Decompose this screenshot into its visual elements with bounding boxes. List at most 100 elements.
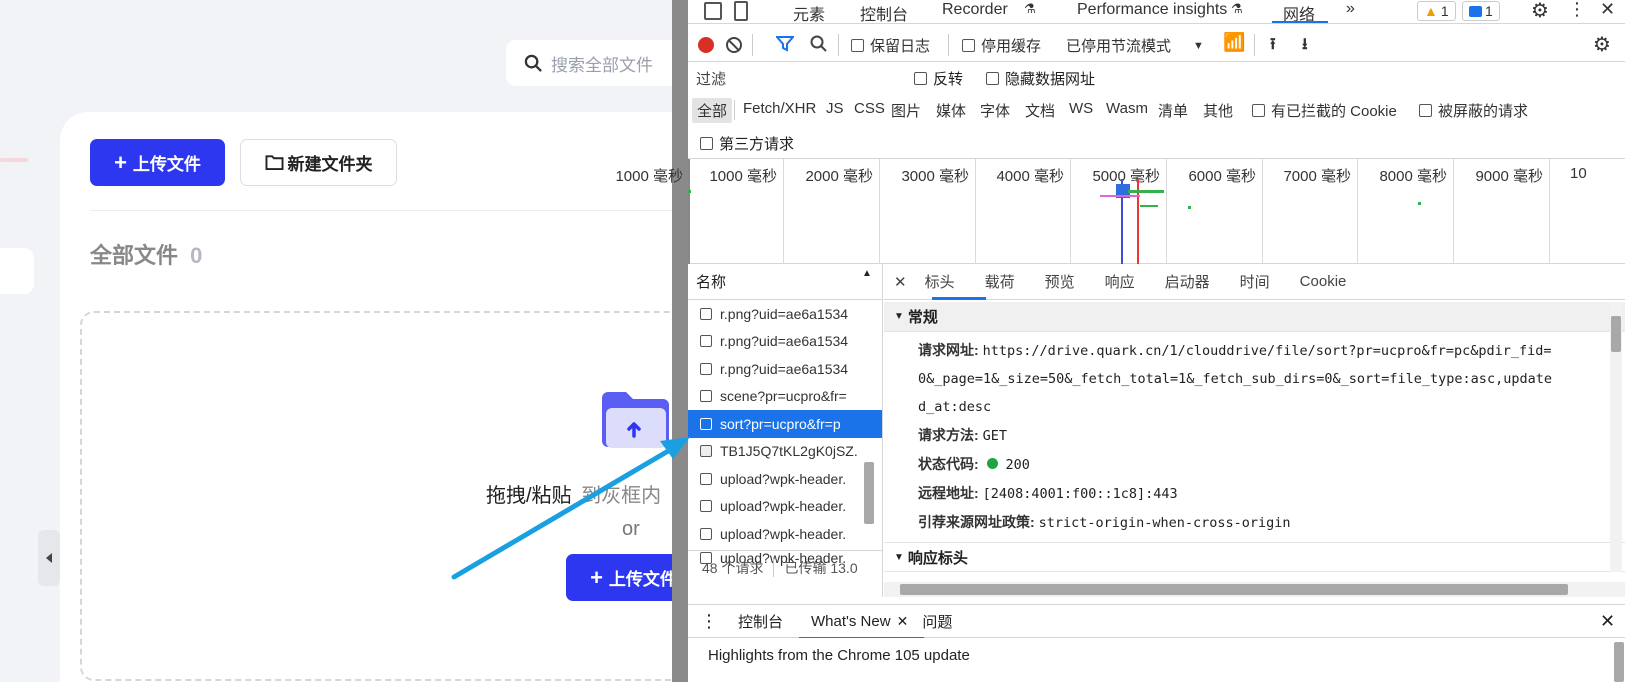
type-filter-img[interactable]: 图片 [891,100,921,121]
preserve-log-checkbox[interactable]: 保留日志 [851,35,930,56]
sidebar-item-blank[interactable] [0,248,34,294]
request-bars [1140,205,1158,207]
record-icon[interactable] [698,37,714,53]
kebab-menu-icon[interactable]: ⋮ [1568,0,1586,20]
hide-data-urls-checkbox[interactable]: 隐藏数据网址 [986,68,1095,89]
messages-badge[interactable]: 1 [1462,1,1500,21]
throttle-select[interactable]: 已停用节流模式 ▼ [1066,35,1204,56]
upload-button[interactable]: + 上传文件 [90,139,225,186]
type-filter-font[interactable]: 字体 [980,100,1010,121]
blocked-requests-checkbox[interactable]: 被屏蔽的请求 [1419,100,1528,121]
checkbox-box[interactable] [1419,104,1432,117]
name-column-header[interactable]: 名称 ▲ [688,264,882,300]
drawer-tab-issues[interactable]: 问题 [922,611,952,632]
inspect-icon[interactable] [704,2,722,20]
type-filter-doc[interactable]: 文档 [1025,100,1055,121]
tab-performance-insights[interactable]: Performance insights [1077,1,1227,19]
tab-preview[interactable]: 预览 [1045,271,1075,292]
third-party-checkbox[interactable]: 第三方请求 [700,133,794,154]
network-toolbar: 保留日志 停用缓存 已停用节流模式 ▼ 📶 ⭱ ⭳ ⚙ [688,28,1625,62]
warnings-badge[interactable]: ▲ 1 [1417,1,1456,21]
tab-console[interactable]: 控制台 [860,1,908,25]
clear-icon[interactable] [726,37,742,53]
checkbox-box[interactable] [1252,104,1265,117]
request-count: 48 个请求 [702,559,764,576]
type-filter-js[interactable]: JS [826,100,844,117]
close-devtools-icon[interactable]: ✕ [1600,0,1615,20]
blocked-requests-label: 被屏蔽的请求 [1438,103,1529,120]
import-har-icon[interactable]: ⭱ [1270,33,1276,60]
warning-icon: ▲ [1424,3,1438,19]
recorder-flask-icon: ⚗ [1024,1,1036,16]
request-row-selected[interactable]: sort?pr=ucpro&fr=p [688,410,882,438]
collapse-handle[interactable] [38,530,60,586]
response-headers-section-header[interactable]: ▼ 响应标头 [884,542,1625,572]
tab-recorder[interactable]: Recorder [942,1,1008,19]
new-folder-button[interactable]: 新建文件夹 [240,139,397,186]
filter-input[interactable]: 过滤 [694,68,894,90]
filter-funnel-icon[interactable] [774,36,796,56]
expand-triangle-icon: ▼ [894,551,904,563]
request-url-row: 请求网址: https://drive.quark.cn/1/clouddriv… [884,332,1625,365]
request-row[interactable]: upload?wpk-header. [688,520,882,548]
request-row[interactable]: TB1J5Q7tKL2gK0jSZ. [688,438,882,466]
request-row[interactable]: upload?wpk-header. [688,465,882,493]
tab-timing[interactable]: 时间 [1240,271,1270,292]
type-filter-media[interactable]: 媒体 [936,100,966,121]
checkbox-box[interactable] [700,137,713,150]
close-drawer-icon[interactable]: ✕ [1600,611,1615,632]
general-section-header[interactable]: ▼ 常规 [884,302,1625,332]
network-overview-timeline[interactable]: 1000 毫秒 1000 毫秒 1000 毫秒 2000 毫秒 3000 毫秒 … [615,158,1625,265]
disable-cache-checkbox[interactable]: 停用缓存 [962,35,1041,56]
type-filter-wasm[interactable]: Wasm [1106,100,1148,117]
network-conditions-icon[interactable]: 📶 [1223,32,1245,53]
drawer-scrollbar[interactable] [1614,642,1624,682]
drawer-tab-console[interactable]: 控制台 [738,611,783,632]
whats-new-heading: Highlights from the Chrome 105 update [708,647,970,664]
request-row[interactable]: r.png?uid=ae6a1534 [688,355,882,383]
export-har-icon[interactable]: ⭳ [1302,33,1308,60]
close-details-icon[interactable]: ✕ [894,273,907,291]
type-filter-ws[interactable]: WS [1069,100,1093,117]
request-list-scrollbar[interactable] [864,462,874,524]
tab-headers[interactable]: 标头 [925,271,955,292]
search-icon[interactable] [810,35,828,57]
active-tab-underline [1272,21,1328,23]
type-filter-fetch[interactable]: Fetch/XHR [743,100,816,117]
tab-initiator[interactable]: 启动器 [1165,271,1210,292]
blocked-cookies-checkbox[interactable]: 有已拦截的 Cookie [1252,100,1397,121]
request-row[interactable]: r.png?uid=ae6a1534 [688,328,882,356]
type-filter-css[interactable]: CSS [854,100,885,117]
settings-gear-icon[interactable]: ⚙ [1531,0,1549,23]
request-row[interactable]: upload?wpk-header. [688,493,882,521]
checkbox-box[interactable] [962,39,975,52]
drawer-menu-icon[interactable]: ⋮ [700,611,718,632]
invert-checkbox[interactable]: 反转 [914,68,963,89]
timeline-tick-5000: 5000 毫秒 [1092,168,1160,185]
request-row[interactable]: scene?pr=ucpro&fr= [688,383,882,411]
separator [948,34,949,56]
checkbox-box[interactable] [986,72,999,85]
type-filter-other[interactable]: 其他 [1203,100,1233,121]
drawer-tab-whats-new[interactable]: What's New ✕ [799,613,925,639]
tab-payload[interactable]: 载荷 [985,271,1015,292]
network-settings-icon[interactable]: ⚙ [1593,32,1611,57]
detail-horizontal-scrollbar[interactable] [884,582,1625,597]
timeline-tick-7000: 7000 毫秒 [1283,168,1351,185]
type-filter-manifest[interactable]: 清单 [1158,100,1188,121]
close-tab-icon[interactable]: ✕ [897,613,909,630]
type-filter-all[interactable]: 全部 [692,98,733,123]
device-toolbar-icon[interactable] [734,1,748,21]
request-row[interactable]: r.png?uid=ae6a1534 [688,300,882,328]
detail-tabs: ✕ 标头 载荷 预览 响应 启动器 时间 Cookie [884,264,1625,300]
request-url-value: https://drive.quark.cn/1/clouddrive/file… [982,343,1552,359]
tab-response[interactable]: 响应 [1105,271,1135,292]
checkbox-box[interactable] [914,72,927,85]
upload-button-secondary[interactable]: + 上传文件 [566,554,672,601]
more-tabs-icon[interactable]: » [1346,0,1355,18]
search-box[interactable]: 搜索全部文件 [506,40,672,86]
tab-elements[interactable]: 元素 [793,1,825,25]
detail-vertical-scrollbar[interactable] [1610,302,1622,572]
tab-cookies[interactable]: Cookie [1300,273,1347,290]
checkbox-box[interactable] [851,39,864,52]
